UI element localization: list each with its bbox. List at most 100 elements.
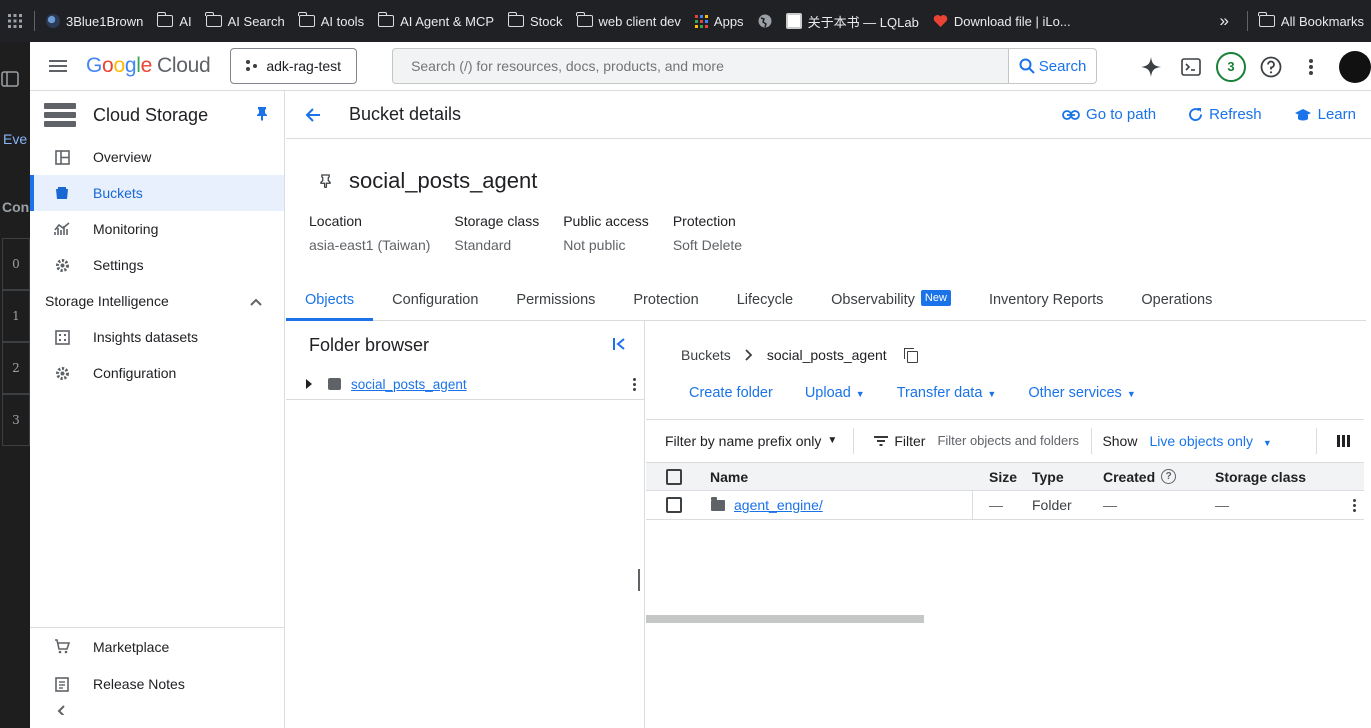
search-input[interactable] <box>393 49 1009 83</box>
sidebar-item-label: Overview <box>93 149 152 165</box>
bookmark-globe[interactable] <box>751 0 779 42</box>
logo-letter: o <box>102 54 114 77</box>
more-actions-icon[interactable] <box>633 377 636 391</box>
back-arrow-icon[interactable] <box>286 107 340 123</box>
sidebar-item-settings[interactable]: Settings <box>30 247 284 283</box>
bookmark-download-file[interactable]: Download file | iLo... <box>926 0 1078 42</box>
more-bookmarks-chevron-icon[interactable]: » <box>1212 0 1242 42</box>
filter-prefix-dropdown[interactable]: Filter by name prefix only ▼ <box>646 427 855 454</box>
sidebar-item-insights-datasets[interactable]: Insights datasets <box>30 319 284 355</box>
panel-resize-handle[interactable] <box>638 569 640 591</box>
notifications-button[interactable]: 3 <box>1211 51 1251 82</box>
column-header-created[interactable]: Created? <box>1103 469 1215 485</box>
object-name-link[interactable]: agent_engine/ <box>734 497 823 513</box>
bookmark-folder-ai[interactable]: AI <box>150 0 198 42</box>
page-header: Bucket details Go to path Refresh Learn <box>286 91 1371 139</box>
tab-protection[interactable]: Protection <box>614 288 717 321</box>
collapse-nav-icon[interactable] <box>30 702 284 722</box>
folder-tree-bucket-link[interactable]: social_posts_agent <box>351 377 467 392</box>
gear-icon <box>54 258 70 273</box>
other-services-button[interactable]: Other services ▼ <box>1028 385 1135 401</box>
column-header-name[interactable]: Name <box>702 469 973 485</box>
bookmark-folder-ai-tools[interactable]: AI tools <box>292 0 371 42</box>
row-checkbox[interactable] <box>666 497 682 513</box>
filter-icon <box>874 435 889 446</box>
tab-objects[interactable]: Objects <box>286 288 374 321</box>
avatar[interactable] <box>1339 50 1371 83</box>
pin-icon[interactable] <box>256 106 268 124</box>
horizontal-scrollbar[interactable] <box>646 615 924 623</box>
menu-icon[interactable] <box>30 57 86 75</box>
search-button-label: Search <box>1038 57 1087 75</box>
bookmark-folder-web-client-dev[interactable]: web client dev <box>570 0 688 42</box>
bookmark-label: Stock <box>530 13 563 29</box>
bookmarks-separator <box>34 11 35 31</box>
column-header-storage-class[interactable]: Storage class <box>1215 469 1306 485</box>
caret-down-icon: ▼ <box>827 435 838 446</box>
collapse-panel-icon[interactable] <box>612 337 626 354</box>
tab-observability[interactable]: Observability New <box>812 288 970 321</box>
breadcrumb-buckets-link[interactable]: Buckets <box>681 347 731 363</box>
more-options-icon[interactable] <box>1291 58 1331 75</box>
help-icon[interactable] <box>1251 56 1291 78</box>
bookmark-apps[interactable]: Apps <box>688 0 751 42</box>
page-title: Bucket details <box>349 104 462 124</box>
folder-icon <box>1258 12 1275 27</box>
prop-location: Location asia-east1 (Taiwan) <box>309 213 430 253</box>
column-header-size[interactable]: Size <box>973 469 1032 485</box>
table-row[interactable]: agent_engine/ — Folder — — <box>646 490 1364 520</box>
gemini-spark-icon[interactable] <box>1131 56 1171 78</box>
create-folder-button[interactable]: Create folder <box>689 385 773 401</box>
tab-operations[interactable]: Operations <box>1122 288 1231 321</box>
expand-arrow-icon[interactable] <box>306 379 312 389</box>
bookmark-folder-stock[interactable]: Stock <box>501 0 570 42</box>
bookmark-folder-ai-agent-mcp[interactable]: AI Agent & MCP <box>371 0 501 42</box>
transfer-data-button[interactable]: Transfer data ▼ <box>897 385 997 401</box>
console-header: Google Cloud adk-rag-test Search 3 <box>30 42 1371 91</box>
tab-permissions[interactable]: Permissions <box>497 288 614 321</box>
sidebar-item-buckets[interactable]: Buckets <box>30 175 284 211</box>
filter-button[interactable]: Filter <box>874 433 925 449</box>
logo-letter: e <box>140 54 153 77</box>
bookmark-label: AI Agent & MCP <box>400 13 495 29</box>
learn-button[interactable]: Learn <box>1294 106 1356 123</box>
all-bookmarks[interactable]: All Bookmarks <box>1252 0 1371 42</box>
tab-configuration[interactable]: Configuration <box>373 288 497 321</box>
sidebar-toggle-icon[interactable] <box>1 71 19 87</box>
caret-down-icon: ▼ <box>1126 389 1136 399</box>
sidebar-item-marketplace[interactable]: Marketplace <box>30 628 284 665</box>
upload-label: Upload <box>804 385 851 401</box>
select-all-checkbox[interactable] <box>666 468 682 485</box>
row-more-actions-icon[interactable] <box>1353 498 1356 512</box>
project-picker[interactable]: adk-rag-test <box>230 48 358 84</box>
go-to-path-button[interactable]: Go to path <box>1062 106 1156 123</box>
tab-lifecycle[interactable]: Lifecycle <box>718 288 812 321</box>
show-dropdown[interactable]: Live objects only ▼ <box>1149 433 1271 449</box>
google-cloud-logo[interactable]: Google Cloud <box>86 54 211 78</box>
cloud-shell-icon[interactable] <box>1171 57 1211 76</box>
refresh-button[interactable]: Refresh <box>1188 106 1262 123</box>
upload-button[interactable]: Upload ▼ <box>805 385 865 401</box>
sidebar-item-overview[interactable]: Overview <box>30 139 284 175</box>
apps-grid-icon[interactable] <box>0 0 30 42</box>
sidebar-section-storage-intelligence[interactable]: Storage Intelligence <box>30 283 284 319</box>
copy-icon[interactable] <box>903 348 918 363</box>
filter-bar: Filter by name prefix only ▼ Filter Filt… <box>646 419 1364 461</box>
filter-input[interactable]: Filter objects and folders <box>937 433 1083 449</box>
folder-tree-row[interactable]: social_posts_agent <box>286 369 644 400</box>
sidebar-item-monitoring[interactable]: Monitoring <box>30 211 284 247</box>
column-header-type[interactable]: Type <box>1032 469 1103 485</box>
tab-inventory-reports[interactable]: Inventory Reports <box>970 288 1122 321</box>
column-display-icon[interactable] <box>1316 427 1350 454</box>
bookmark-label: AI tools <box>320 13 365 29</box>
help-icon[interactable]: ? <box>1161 469 1177 484</box>
prop-value: Soft Delete <box>672 237 743 253</box>
bookmark-3blue1brown[interactable]: 3Blue1Brown <box>39 0 150 42</box>
sidebar-item-label: Release Notes <box>93 675 185 692</box>
search-button[interactable]: Search <box>1008 49 1097 83</box>
sidebar-item-configuration[interactable]: Configuration <box>30 355 284 391</box>
bookmark-lqlab[interactable]: 关于本书 — LQLab <box>779 0 926 42</box>
sidebar-item-release-notes[interactable]: Release Notes <box>30 665 284 702</box>
bookmark-folder-ai-search[interactable]: AI Search <box>199 0 292 42</box>
pin-icon[interactable] <box>320 168 331 194</box>
